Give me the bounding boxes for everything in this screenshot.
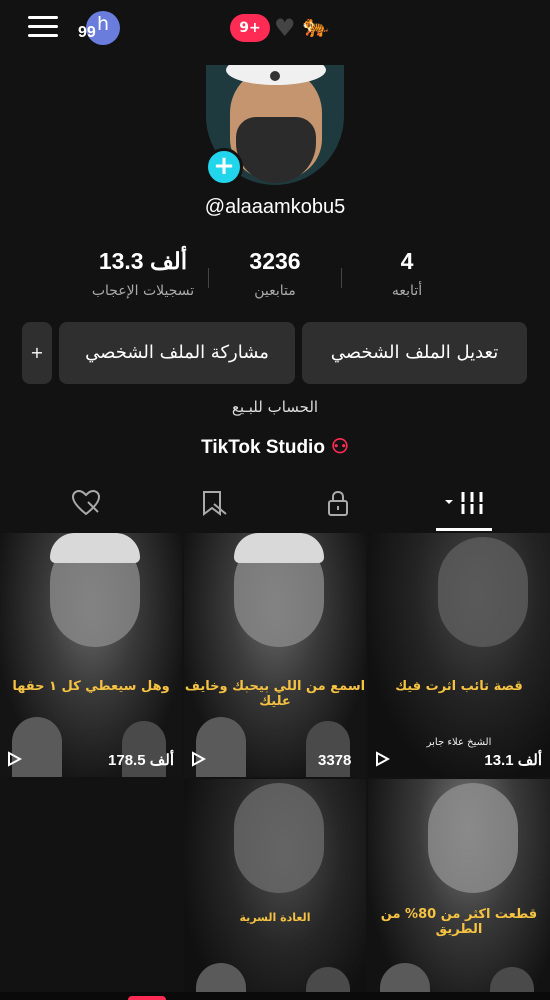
followers-count: 3236 bbox=[249, 248, 301, 274]
grid-icon bbox=[445, 492, 485, 514]
username: @alaaamkobu5 bbox=[204, 196, 346, 218]
play-icon bbox=[192, 751, 206, 767]
video-caption: قطعت اكثر من 80% من الطريق bbox=[380, 907, 538, 937]
video-tile[interactable]: وهل سيعطي كل ١ حقها 178.5 ألف bbox=[0, 533, 182, 777]
following-label: أتابعه bbox=[391, 283, 423, 299]
tab-liked[interactable] bbox=[56, 488, 116, 522]
bottom-nav-edge bbox=[0, 992, 550, 1000]
video-views: 178.5 ألف bbox=[108, 752, 174, 769]
tab-videos[interactable] bbox=[434, 488, 494, 522]
add-friend-button[interactable]: + bbox=[22, 322, 52, 384]
tiktok-studio-link[interactable]: TikTok Studio ⚇ bbox=[0, 434, 550, 459]
points-badge[interactable]: h 99 bbox=[78, 11, 122, 47]
bio-text: الحساب للبـيع bbox=[231, 398, 319, 416]
likes-count: 13.3 ألف bbox=[98, 248, 188, 274]
share-profile-button[interactable]: مشاركة الملف الشخصي bbox=[59, 322, 295, 384]
video-thumbnail-cap bbox=[50, 533, 140, 563]
menu-icon[interactable] bbox=[28, 16, 58, 40]
studio-label: TikTok Studio bbox=[201, 437, 325, 458]
video-caption: قصة تائب اثرت فيك bbox=[395, 679, 523, 694]
stat-following[interactable]: 4 أتابعه bbox=[342, 248, 472, 299]
play-icon bbox=[8, 751, 22, 767]
video-tile[interactable]: العادة السرية bbox=[184, 779, 366, 1000]
video-tile[interactable]: قصة تائب اثرت فيك الشيخ علاء جابر 13.1 أ… bbox=[368, 533, 550, 777]
tab-reposts[interactable] bbox=[184, 488, 244, 522]
following-count: 4 bbox=[400, 248, 414, 274]
likes-label: تسجيلات الإعجاب bbox=[91, 283, 195, 299]
edit-profile-button[interactable]: تعديل الملف الشخصي bbox=[302, 322, 527, 384]
avatar-mark bbox=[270, 71, 280, 81]
tag-icon bbox=[203, 491, 227, 516]
tab-private[interactable] bbox=[308, 488, 368, 522]
lock-icon bbox=[328, 490, 348, 516]
video-thumbnail-person bbox=[438, 537, 528, 647]
heart-hidden-icon bbox=[71, 489, 101, 516]
top-bar: h 99 9+ ♥ 🐅 bbox=[0, 0, 550, 60]
stat-followers[interactable]: 3236 متابعين bbox=[210, 248, 340, 299]
avatar-beard bbox=[236, 117, 316, 183]
add-story-button[interactable]: + bbox=[205, 148, 243, 186]
stat-divider bbox=[208, 268, 209, 288]
stat-likes: 13.3 ألف تسجيلات الإعجاب bbox=[78, 248, 208, 299]
badge-letter: h bbox=[97, 13, 110, 35]
video-views: 3378 bbox=[318, 752, 352, 769]
video-tile[interactable]: قطعت اكثر من 80% من الطريق bbox=[368, 779, 550, 1000]
video-caption: وهل سيعطي كل ١ حقها bbox=[12, 679, 170, 694]
video-caption: العادة السرية bbox=[239, 911, 311, 924]
person-star-icon: ⚇ bbox=[330, 436, 349, 458]
badge-number: 99 bbox=[78, 24, 96, 41]
bottom-nav-indicator bbox=[128, 996, 166, 1000]
active-tab-indicator bbox=[436, 528, 492, 531]
tiger-icon: 🐅 bbox=[302, 14, 330, 39]
video-thumbnail-person bbox=[428, 783, 518, 893]
play-icon bbox=[376, 751, 390, 767]
video-tile[interactable]: اسمع من اللي بيحبك وخايف عليك 3378 bbox=[184, 533, 366, 777]
followers-label: متابعين bbox=[254, 283, 296, 299]
heart-icon: ♥ bbox=[274, 14, 296, 42]
video-caption: اسمع من اللي بيحبك وخايف عليك bbox=[184, 679, 366, 709]
video-subtitle: الشيخ علاء جابر bbox=[426, 737, 492, 748]
video-thumbnail-cap bbox=[234, 533, 324, 563]
notification-badge[interactable]: 9+ bbox=[230, 14, 270, 42]
video-thumbnail-person bbox=[234, 783, 324, 893]
video-views: 13.1 ألف bbox=[484, 752, 542, 769]
